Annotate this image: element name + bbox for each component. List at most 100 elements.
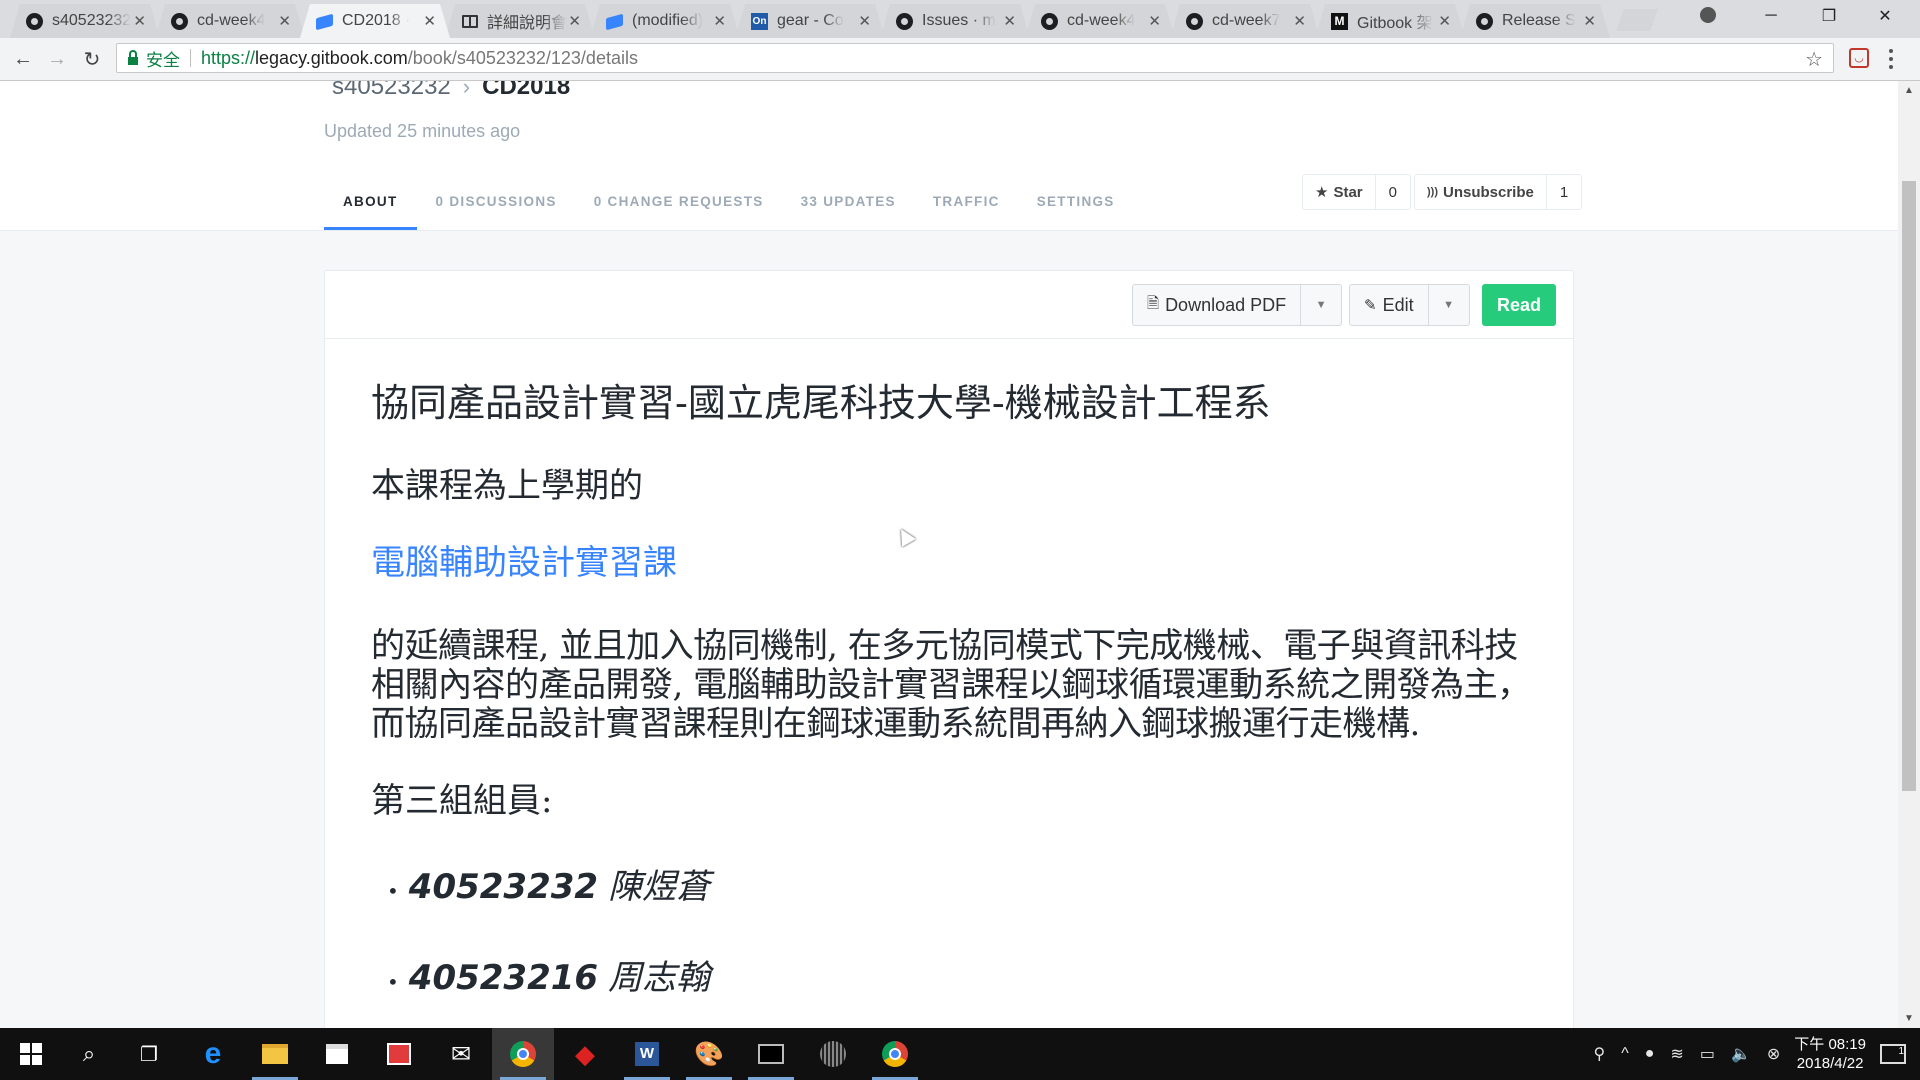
browser-tab[interactable]: M Gitbook 架 ✕: [1315, 4, 1465, 38]
new-tab-button[interactable]: [1616, 9, 1658, 31]
download-pdf-label: Download PDF: [1165, 294, 1287, 315]
chevron-down-icon[interactable]: ▼: [1427, 285, 1469, 325]
members-heading: 第三組組員:: [371, 781, 553, 822]
browser-tab[interactable]: s40523232 ✕: [10, 4, 160, 38]
chrome-icon[interactable]: [492, 1028, 554, 1080]
close-icon[interactable]: ✕: [1148, 12, 1161, 30]
member-name: 陳煜蒼: [608, 867, 711, 908]
scroll-up-arrow-icon[interactable]: ▲: [1904, 85, 1914, 96]
star-button[interactable]: ★ Star: [1303, 175, 1376, 209]
people-icon[interactable]: ⚲: [1594, 1044, 1606, 1064]
notification-icon[interactable]: 1: [1880, 1044, 1906, 1064]
close-icon[interactable]: ✕: [133, 12, 146, 30]
tab-about[interactable]: ABOUT: [324, 184, 417, 230]
breadcrumb-book[interactable]: CD2018: [482, 81, 570, 101]
close-icon[interactable]: ✕: [1583, 12, 1596, 30]
browser-tab[interactable]: cd-week4 ✕: [1025, 4, 1175, 38]
close-icon[interactable]: ✕: [568, 12, 581, 30]
word-icon[interactable]: W: [616, 1028, 678, 1080]
address-bar[interactable]: 安全 https:// legacy.gitbook.com /book/s40…: [116, 43, 1834, 73]
gitbook-icon: [316, 13, 333, 30]
close-icon[interactable]: ✕: [713, 12, 726, 30]
breadcrumb-owner[interactable]: s40523232: [332, 81, 451, 101]
tab-title: s40523232: [52, 12, 132, 29]
menu-icon[interactable]: [1888, 47, 1894, 71]
network-error-icon[interactable]: ⊗: [1767, 1044, 1780, 1064]
tab-discussions[interactable]: 0 DISCUSSIONS: [436, 184, 557, 230]
readme-body: 的延續課程, 並且加入協同機制, 在多元協同模式下完成機械、電子與資訊科技相關內…: [371, 625, 1531, 744]
browser-tab-active[interactable]: CD2018 · ✕: [300, 4, 450, 38]
scrollbar-thumb[interactable]: [1902, 181, 1916, 791]
file-explorer-icon[interactable]: [244, 1028, 306, 1080]
browser-tab[interactable]: (modified) ✕: [590, 4, 740, 38]
star-count: 0: [1388, 183, 1397, 201]
minimize-icon[interactable]: ─: [1748, 0, 1794, 32]
gift-icon[interactable]: [368, 1028, 430, 1080]
close-icon[interactable]: ✕: [858, 12, 871, 30]
rss-icon: ))): [1427, 186, 1438, 198]
close-icon[interactable]: ✕: [1003, 12, 1016, 30]
tab-change-requests[interactable]: 0 CHANGE REQUESTS: [594, 184, 764, 230]
wifi-icon[interactable]: ≋: [1670, 1044, 1683, 1064]
course-link[interactable]: 電腦輔助設計實習課: [371, 543, 1531, 583]
chevron-up-icon[interactable]: ^: [1621, 1045, 1629, 1063]
edit-button[interactable]: ✎ Edit: [1350, 285, 1428, 325]
mail-icon[interactable]: ✉: [430, 1028, 492, 1080]
browser-tab[interactable]: cd-week4 ✕: [155, 4, 305, 38]
unsubscribe-widget: ))) Unsubscribe 1: [1414, 174, 1583, 210]
page-viewport: s40523232 › CD2018 Updated 25 minutes ag…: [0, 81, 1898, 1028]
clock[interactable]: 下午 08:19 2018/4/22: [1794, 1035, 1866, 1073]
app-red-icon[interactable]: ◆: [554, 1028, 616, 1080]
edge-icon[interactable]: e: [182, 1028, 244, 1080]
paint-icon[interactable]: 🎨: [678, 1028, 740, 1080]
scroll-down-arrow-icon[interactable]: ▼: [1904, 1013, 1914, 1024]
onshape-icon: On: [751, 13, 768, 30]
tab-updates[interactable]: 33 UPDATES: [801, 184, 896, 230]
bookmark-star-icon[interactable]: ☆: [1805, 47, 1823, 72]
close-icon[interactable]: ✕: [1293, 12, 1306, 30]
unsubscribe-button[interactable]: ))) Unsubscribe: [1415, 175, 1547, 209]
browser-tab[interactable]: 詳細說明會 ✕: [445, 4, 595, 38]
browser-tab[interactable]: cd-week7 ✕: [1170, 4, 1320, 38]
globe-icon[interactable]: [802, 1028, 864, 1080]
tab-settings[interactable]: SETTINGS: [1037, 184, 1115, 230]
bullet-icon: •: [387, 879, 399, 904]
url-separator: [190, 49, 191, 67]
search-icon[interactable]: ⌕: [58, 1028, 120, 1080]
edit-group: ✎ Edit ▼: [1349, 284, 1470, 326]
volume-icon[interactable]: 🔈: [1731, 1044, 1751, 1064]
chrome-canary-icon[interactable]: [864, 1028, 926, 1080]
close-icon[interactable]: ✕: [278, 12, 291, 30]
reload-icon[interactable]: ↻: [79, 46, 105, 72]
battery-icon[interactable]: ▭: [1700, 1044, 1715, 1064]
browser-tab[interactable]: Issues · m ✕: [880, 4, 1030, 38]
store-icon[interactable]: [306, 1028, 368, 1080]
read-button[interactable]: Read: [1482, 284, 1556, 326]
download-pdf-button[interactable]: 🗎 Download PDF: [1133, 285, 1300, 325]
close-icon[interactable]: ✕: [423, 12, 436, 30]
chevron-down-icon[interactable]: ▼: [1300, 285, 1341, 325]
chrome-tray-icon[interactable]: ●: [1645, 1045, 1655, 1063]
github-icon: [171, 13, 188, 30]
browser-tab[interactable]: On gear - Co ✕: [735, 4, 885, 38]
forward-arrow-icon[interactable]: →: [44, 46, 70, 72]
tab-title: cd-week7: [1212, 12, 1281, 29]
tab-traffic[interactable]: TRAFFIC: [933, 184, 1000, 230]
start-button[interactable]: [0, 1028, 62, 1080]
readme-title: 協同產品設計實習-國立虎尾科技大學-機械設計工程系: [371, 381, 1271, 425]
member-name: 周志翰: [608, 958, 711, 999]
star-label: Star: [1333, 183, 1363, 201]
window-close-icon[interactable]: ✕: [1862, 0, 1908, 32]
console-icon[interactable]: [740, 1028, 802, 1080]
pocket-extension-icon[interactable]: ◡: [1849, 48, 1869, 68]
restore-icon[interactable]: ❐: [1806, 0, 1852, 32]
close-icon[interactable]: ✕: [1438, 12, 1451, 30]
profile-icon[interactable]: [1700, 7, 1716, 23]
tab-title: Issues · m: [922, 12, 996, 29]
secure-label: 安全: [146, 50, 180, 70]
task-view-icon[interactable]: ❐: [118, 1028, 180, 1080]
browser-tab[interactable]: Release S ✕: [1460, 4, 1610, 38]
back-arrow-icon[interactable]: ←: [10, 46, 36, 72]
book-header: s40523232 › CD2018 Updated 25 minutes ag…: [0, 81, 1898, 231]
vertical-scrollbar[interactable]: ▲ ▼: [1898, 81, 1920, 1028]
